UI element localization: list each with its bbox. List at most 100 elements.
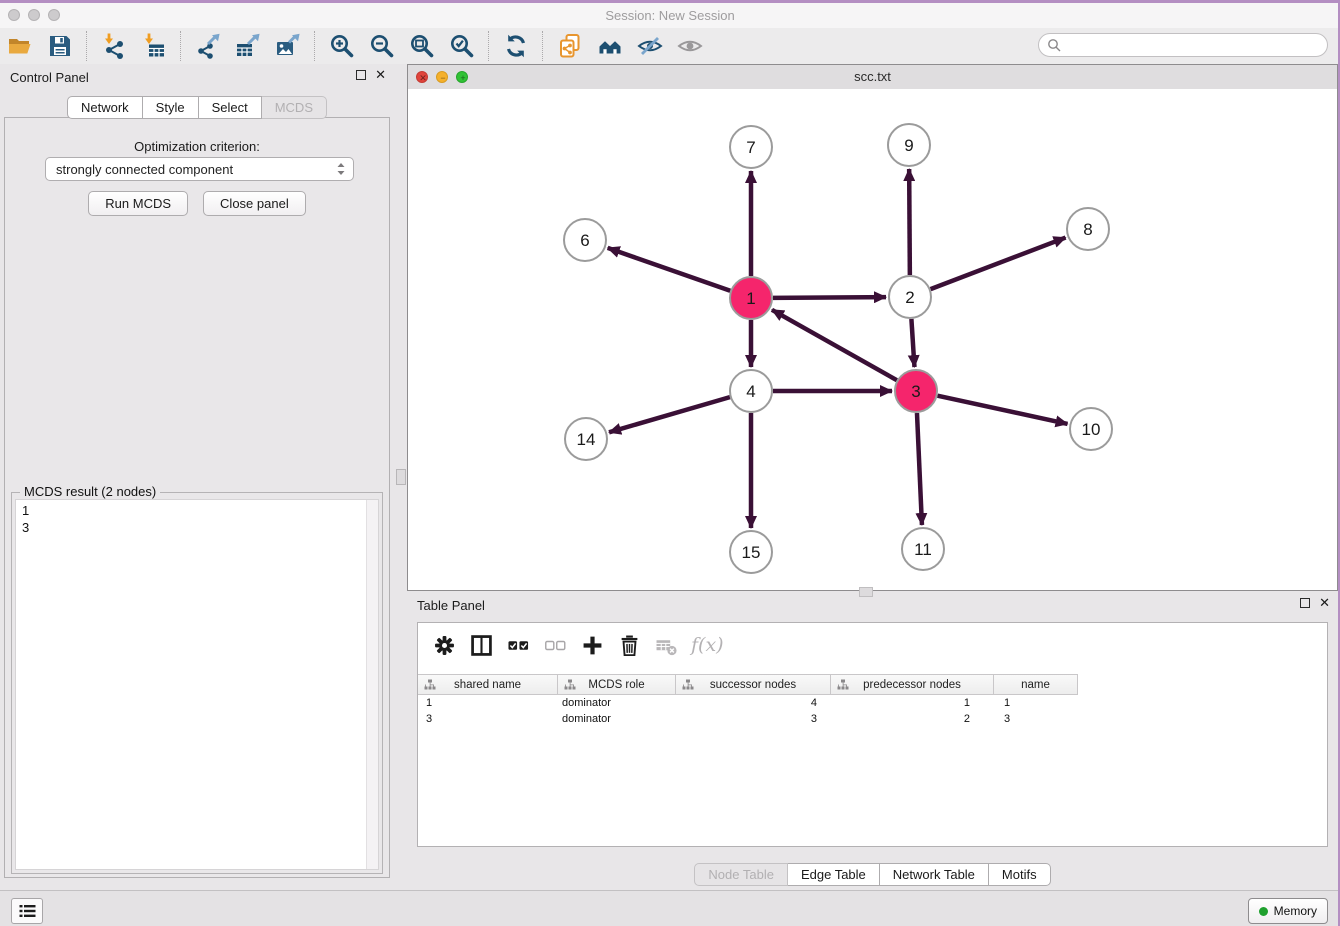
graph-node-15[interactable]: 15 <box>730 531 772 573</box>
graph-edge-2-3[interactable] <box>911 319 914 367</box>
criterion-dropdown[interactable]: strongly connected component <box>45 157 354 181</box>
task-history-button[interactable] <box>11 898 43 924</box>
apply-function-icon-disabled: f(x) <box>691 634 724 656</box>
graph-node-7[interactable]: 7 <box>730 126 772 168</box>
show-all-icon[interactable] <box>675 32 705 60</box>
tab-style[interactable]: Style <box>143 96 199 119</box>
settings-gear-icon[interactable] <box>430 632 458 658</box>
search-field[interactable] <box>1038 33 1328 57</box>
zoom-out-icon[interactable] <box>367 32 397 60</box>
graph-edge-4-14[interactable] <box>609 397 730 432</box>
network-canvas[interactable]: 1 2 3 4 6 7 8 9 10 11 14 15 <box>408 89 1337 590</box>
export-network-icon[interactable] <box>193 32 223 60</box>
column-header-shared-name[interactable]: shared name <box>418 674 558 695</box>
table-toolbar: f(x) <box>418 623 1327 667</box>
network-window-titlebar[interactable]: ✕ − + scc.txt <box>408 65 1337 90</box>
table-tab-motifs[interactable]: Motifs <box>989 863 1051 886</box>
graph-node-10[interactable]: 10 <box>1070 408 1112 450</box>
tab-network[interactable]: Network <box>67 96 143 119</box>
graph-edge-1-2[interactable] <box>773 297 886 298</box>
cell-name: 3 <box>994 711 1078 727</box>
column-header-name[interactable]: name <box>994 674 1078 695</box>
horizontal-splitter-handle[interactable] <box>859 587 873 597</box>
column-label: successor nodes <box>710 679 796 691</box>
table-tab-network-table[interactable]: Network Table <box>880 863 989 886</box>
graph-node-9[interactable]: 9 <box>888 124 930 166</box>
graph-node-4[interactable]: 4 <box>730 370 772 412</box>
export-image-icon[interactable] <box>273 32 303 60</box>
column-header-predecessor-nodes[interactable]: predecessor nodes <box>831 674 994 695</box>
table-row[interactable]: 1dominator411 <box>418 695 1326 711</box>
column-header-MCDS-role[interactable]: MCDS role <box>558 674 676 695</box>
graph-node-11[interactable]: 11 <box>902 528 944 570</box>
toolbar-separator <box>180 31 182 61</box>
column-label: predecessor nodes <box>863 679 961 691</box>
import-table-icon[interactable] <box>139 32 169 60</box>
window-frame-top <box>0 0 1340 3</box>
toolbar-separator <box>542 31 544 61</box>
graph-edge-3-1[interactable] <box>772 310 897 380</box>
status-bar: Memory <box>0 890 1340 926</box>
tab-select[interactable]: Select <box>199 96 262 119</box>
columns-icon[interactable] <box>467 632 495 658</box>
graph-node-1[interactable]: 1 <box>730 277 772 319</box>
control-panel: Control Panel ✕ NetworkStyleSelectMCDS O… <box>0 64 394 880</box>
first-neighbors-icon[interactable] <box>595 32 625 60</box>
graph-edge-2-8[interactable] <box>931 238 1066 290</box>
result-scrollbar[interactable] <box>366 500 378 869</box>
mcds-result-textarea[interactable]: 13 <box>15 499 379 870</box>
close-panel-button[interactable]: Close panel <box>203 191 306 216</box>
graph-edge-2-9[interactable] <box>909 169 910 275</box>
result-line: 3 <box>22 519 362 536</box>
mcds-result-group: MCDS result (2 nodes) 13 <box>11 492 383 874</box>
column-header-successor-nodes[interactable]: successor nodes <box>676 674 831 695</box>
graph-edge-3-11[interactable] <box>917 413 922 525</box>
tab-mcds[interactable]: MCDS <box>262 96 327 119</box>
zoom-in-icon[interactable] <box>327 32 357 60</box>
table-panel-title: Table Panel <box>417 598 485 613</box>
graph-node-14[interactable]: 14 <box>565 418 607 460</box>
table-tab-edge-table[interactable]: Edge Table <box>788 863 880 886</box>
close-table-panel-icon[interactable]: ✕ <box>1319 598 1330 608</box>
hide-selected-icon[interactable] <box>635 32 665 60</box>
import-network-icon[interactable] <box>99 32 129 60</box>
splitter-handle[interactable] <box>396 469 406 485</box>
zoom-fit-icon[interactable] <box>407 32 437 60</box>
export-table-icon[interactable] <box>233 32 263 60</box>
vertical-splitter[interactable] <box>394 64 407 890</box>
delete-row-icon[interactable] <box>615 632 643 658</box>
node-label: 9 <box>904 136 913 155</box>
close-panel-icon[interactable]: ✕ <box>375 70 386 80</box>
node-label: 6 <box>580 231 589 250</box>
graph-node-3[interactable]: 3 <box>895 370 937 412</box>
deselect-all-rows-icon[interactable] <box>541 632 569 658</box>
add-row-icon[interactable] <box>578 632 606 658</box>
search-input[interactable] <box>1065 37 1327 54</box>
graph-node-6[interactable]: 6 <box>564 219 606 261</box>
zoom-selected-icon[interactable] <box>447 32 477 60</box>
graph-node-8[interactable]: 8 <box>1067 208 1109 250</box>
float-table-panel-icon[interactable] <box>1300 598 1310 608</box>
clone-network-icon[interactable] <box>555 32 585 60</box>
mcds-result-lines: 13 <box>22 502 362 869</box>
refresh-view-icon[interactable] <box>501 32 531 60</box>
node-label: 1 <box>746 289 755 308</box>
graph-edge-1-6[interactable] <box>608 248 731 291</box>
graph-edge-3-10[interactable] <box>937 396 1067 424</box>
table-tabs: Node TableEdge TableNetwork TableMotifs <box>407 863 1338 886</box>
save-session-icon[interactable] <box>45 32 75 60</box>
open-file-icon[interactable] <box>5 32 35 60</box>
memory-button[interactable]: Memory <box>1248 898 1328 924</box>
optimization-criterion-label: Optimization criterion: <box>5 139 389 154</box>
graph-node-2[interactable]: 2 <box>889 276 931 318</box>
select-all-rows-icon[interactable] <box>504 632 532 658</box>
float-panel-icon[interactable] <box>356 70 366 80</box>
toolbar-separator <box>86 31 88 61</box>
node-label: 7 <box>746 138 755 157</box>
node-label: 2 <box>905 288 914 307</box>
table-tab-node-table[interactable]: Node Table <box>694 863 788 886</box>
run-mcds-button[interactable]: Run MCDS <box>88 191 188 216</box>
table-row[interactable]: 3dominator323 <box>418 711 1326 727</box>
delete-table-icon-disabled <box>652 632 680 658</box>
column-label: shared name <box>454 679 521 691</box>
